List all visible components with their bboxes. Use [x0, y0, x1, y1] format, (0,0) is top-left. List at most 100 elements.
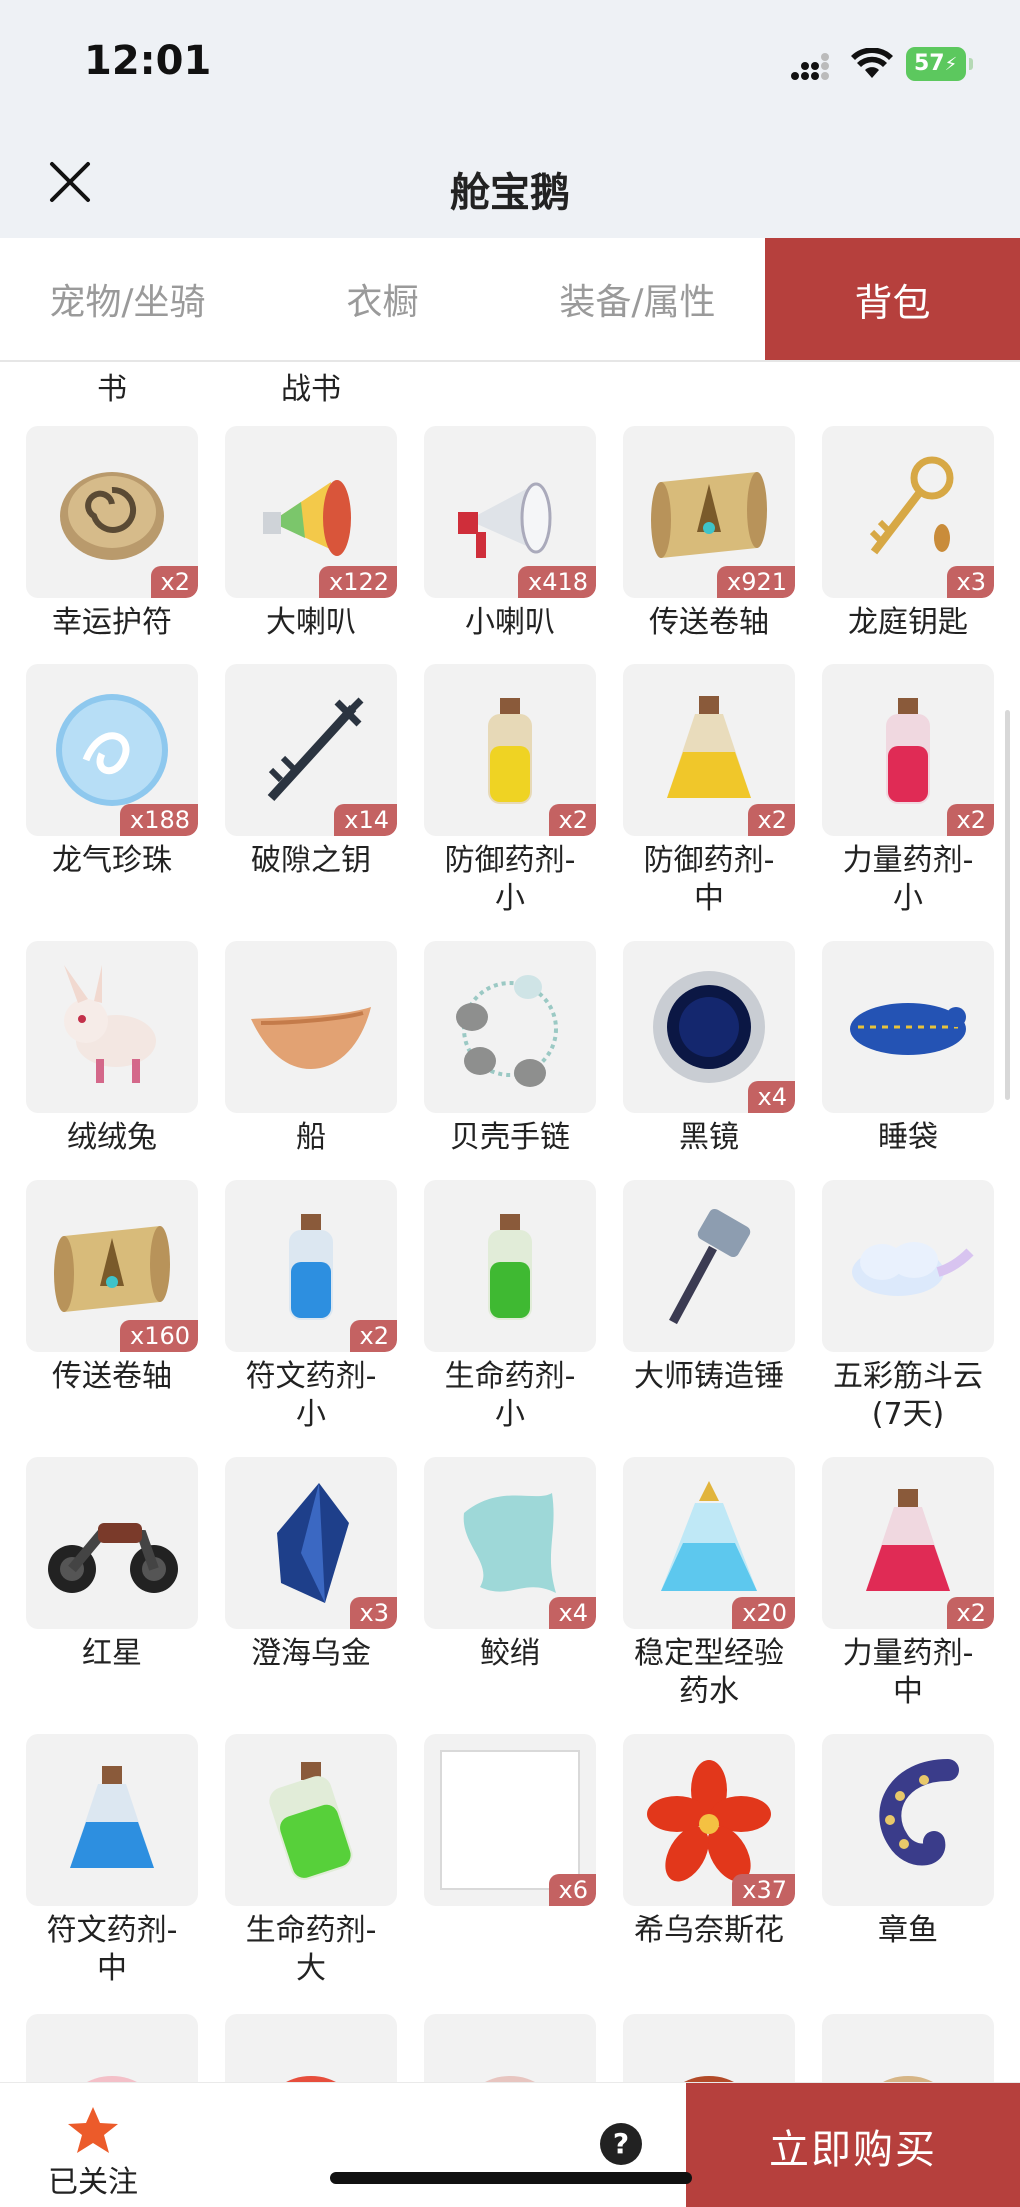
inventory-item[interactable]: x188 龙气珍珠	[26, 664, 198, 880]
inventory-item[interactable]: x2 防御药剂- 小	[424, 664, 596, 918]
inventory-item[interactable]: 五彩筋斗云 (7天)	[822, 1180, 994, 1434]
item-slot[interactable]: x20	[623, 1457, 795, 1629]
inventory-item[interactable]: x921 传送卷轴	[623, 426, 795, 642]
item-slot[interactable]	[26, 1457, 198, 1629]
item-slot[interactable]	[26, 941, 198, 1113]
item-slot[interactable]: x4	[424, 1457, 596, 1629]
inventory-item[interactable]: x160 传送卷轴	[26, 1180, 198, 1396]
inventory-item-partial[interactable]	[623, 2014, 795, 2082]
item-slot[interactable]: x2	[424, 664, 596, 836]
inventory-item-partial[interactable]	[822, 2014, 994, 2082]
inventory-item-partial[interactable]	[225, 2014, 397, 2082]
inventory-item[interactable]: 大师铸造锤	[623, 1180, 795, 1396]
item-slot[interactable]: x2	[822, 1457, 994, 1629]
item-slot[interactable]: x188	[26, 664, 198, 836]
teleport-scroll-icon	[54, 1226, 170, 1312]
life-potion-small-icon	[488, 1214, 532, 1320]
item-slot[interactable]: x3	[822, 426, 994, 598]
item-slot[interactable]: x3	[225, 1457, 397, 1629]
inventory-item[interactable]: 符文药剂- 中	[26, 1734, 198, 1988]
star-icon	[68, 2107, 118, 2153]
item-count-badge: x2	[548, 804, 596, 836]
inventory-item[interactable]: 睡袋	[822, 941, 994, 1157]
inventory-item[interactable]: 红星	[26, 1457, 198, 1673]
item-slot[interactable]	[424, 1180, 596, 1352]
tab-backpack[interactable]: 背包	[765, 238, 1020, 360]
inventory-item[interactable]: 生命药剂- 大	[225, 1734, 397, 1988]
item-slot[interactable]: x921	[623, 426, 795, 598]
inventory-item[interactable]: x418 小喇叭	[424, 426, 596, 642]
defense-potion-medium-icon	[667, 696, 751, 798]
battery-icon: 57⚡	[906, 47, 973, 81]
tab-pets-mounts[interactable]: 宠物/坐骑	[0, 238, 255, 360]
item-label: 符文药剂- 小	[245, 1359, 377, 1432]
inventory-item[interactable]: 生命药剂- 小	[424, 1180, 596, 1434]
inventory-item[interactable]: x6	[424, 1734, 596, 1912]
item-count-badge: x2	[946, 1597, 994, 1629]
item-slot[interactable]	[225, 941, 397, 1113]
item-slot[interactable]	[623, 2014, 795, 2082]
item-label: 小喇叭	[465, 605, 555, 640]
item-slot[interactable]	[26, 1734, 198, 1906]
item-label: 绒绒兔	[67, 1120, 157, 1155]
item-slot[interactable]	[225, 1734, 397, 1906]
inventory-item[interactable]: 章鱼	[822, 1734, 994, 1950]
inventory-item[interactable]: x2 力量药剂- 小	[822, 664, 994, 918]
battery-level: 57	[914, 51, 945, 76]
red-star-motorcycle-icon	[48, 1523, 178, 1593]
inventory-item[interactable]: x14 破隙之钥	[225, 664, 397, 880]
inventory-item[interactable]: x3 龙庭钥匙	[822, 426, 994, 642]
item-slot[interactable]: x6	[424, 1734, 596, 1906]
item-slot[interactable]: x122	[225, 426, 397, 598]
item-slot[interactable]	[225, 2014, 397, 2082]
item-label: 力量药剂- 中	[842, 1636, 974, 1709]
item-slot[interactable]: x37	[623, 1734, 795, 1906]
item-label: 澄海乌金	[251, 1636, 371, 1671]
item-slot[interactable]	[424, 941, 596, 1113]
inventory-item[interactable]: x2 力量药剂- 中	[822, 1457, 994, 1711]
scrollbar[interactable]	[1005, 710, 1010, 1100]
item-label: 生命药剂- 小	[444, 1359, 576, 1432]
partial-item-label: 书	[97, 372, 127, 407]
inventory-item[interactable]: 贝壳手链	[424, 941, 596, 1157]
item-slot[interactable]: x418	[424, 426, 596, 598]
help-icon[interactable]: ?	[600, 2123, 642, 2165]
item-slot[interactable]	[424, 2014, 596, 2082]
item-slot[interactable]	[26, 2014, 198, 2082]
inventory-item[interactable]: x3 澄海乌金	[225, 1457, 397, 1673]
item-slot[interactable]	[822, 941, 994, 1113]
item-slot[interactable]: x2	[822, 664, 994, 836]
item-slot[interactable]	[822, 2014, 994, 2082]
inventory-item[interactable]: x2 防御药剂- 中	[623, 664, 795, 918]
wifi-icon	[851, 48, 893, 78]
inventory-item[interactable]: 船	[225, 941, 397, 1157]
inventory-item[interactable]: x2 幸运护符	[26, 426, 198, 642]
inventory-grid[interactable]: 书 战书 x2 幸运护符 x122 大喇叭 x418 小喇叭 x921 传送卷轴 x3 龙庭钥匙 x…	[0, 364, 1020, 2082]
inventory-item[interactable]: x37 希乌奈斯花	[623, 1734, 795, 1950]
red-flower-icon	[647, 1760, 771, 1882]
lucky-charm-icon	[60, 472, 164, 560]
inventory-item[interactable]: x4 鲛绡	[424, 1457, 596, 1673]
item-slot[interactable]: x2	[26, 426, 198, 598]
item-count-badge: x2	[747, 804, 795, 836]
inventory-item[interactable]: 绒绒兔	[26, 941, 198, 1157]
item-slot[interactable]: x2	[623, 664, 795, 836]
tab-wardrobe[interactable]: 衣橱	[255, 238, 510, 360]
item-count-badge: x3	[946, 566, 994, 598]
item-slot[interactable]: x14	[225, 664, 397, 836]
item-slot[interactable]	[822, 1734, 994, 1906]
buy-now-button[interactable]: 立即购买	[686, 2083, 1020, 2207]
follow-button[interactable]: 已关注	[38, 2105, 148, 2201]
item-slot[interactable]	[623, 1180, 795, 1352]
item-slot[interactable]	[822, 1180, 994, 1352]
inventory-item[interactable]: x4 黑镜	[623, 941, 795, 1157]
item-slot[interactable]: x160	[26, 1180, 198, 1352]
inventory-item[interactable]: x122 大喇叭	[225, 426, 397, 642]
inventory-item[interactable]: x2 符文药剂- 小	[225, 1180, 397, 1434]
tab-equipment-attributes[interactable]: 装备/属性	[510, 238, 765, 360]
item-slot[interactable]: x2	[225, 1180, 397, 1352]
inventory-item-partial[interactable]	[424, 2014, 596, 2082]
item-slot[interactable]: x4	[623, 941, 795, 1113]
inventory-item-partial[interactable]	[26, 2014, 198, 2082]
inventory-item[interactable]: x20 稳定型经验 药水	[623, 1457, 795, 1711]
